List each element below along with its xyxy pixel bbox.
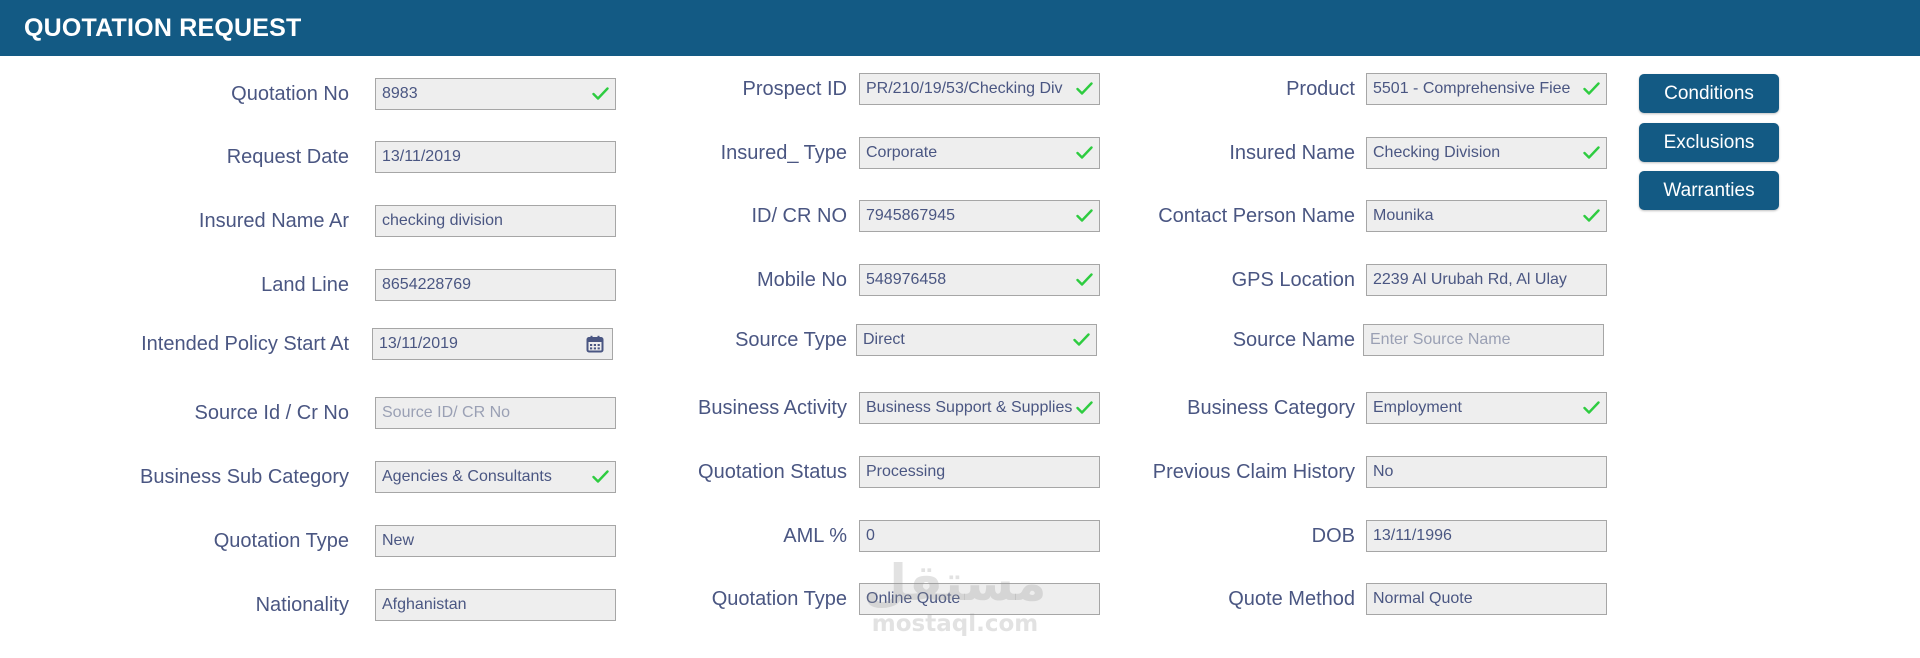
check-icon	[1583, 146, 1600, 159]
page-header: QUOTATION REQUEST	[0, 0, 1920, 56]
label-dob: DOB	[1311, 525, 1355, 547]
label-previous-claim-history: Previous Claim History	[1152, 461, 1355, 483]
quote-method-input[interactable]: Normal Quote	[1366, 583, 1607, 615]
dob-input[interactable]: 13/11/1996	[1366, 520, 1607, 552]
product-input[interactable]: 5501 - Comprehensive Fiee	[1366, 73, 1607, 105]
previous-claim-history-value: No	[1373, 463, 1394, 480]
field-previous-claim-history: Previous Claim History No	[0, 456, 1920, 490]
check-icon	[1583, 209, 1600, 222]
label-source-name: Source Name	[1232, 329, 1355, 351]
page-title: QUOTATION REQUEST	[24, 14, 302, 42]
label-insured-name: Insured Name	[1229, 142, 1355, 164]
label-product: Product	[1286, 78, 1355, 100]
label-quote-method: Quote Method	[1228, 588, 1355, 610]
business-category-input[interactable]: Employment	[1366, 392, 1607, 424]
insured-name-value: Checking Division	[1373, 144, 1501, 161]
field-contact-person-name: Contact Person Name Mounika	[0, 200, 1920, 234]
field-product: Product 5501 - Comprehensive Fiee	[0, 73, 1920, 107]
contact-person-name-input[interactable]: Mounika	[1366, 200, 1607, 232]
field-source-name: Source Name Enter Source Name	[0, 324, 1920, 358]
product-value: 5501 - Comprehensive Fiee	[1373, 80, 1571, 97]
dob-value: 13/11/1996	[1373, 527, 1452, 544]
source-name-value: Enter Source Name	[1370, 331, 1511, 348]
exclusions-button[interactable]: Exclusions	[1639, 123, 1779, 162]
quote-method-value: Normal Quote	[1373, 590, 1473, 607]
field-insured-name: Insured Name Checking Division	[0, 137, 1920, 171]
label-gps-location: GPS Location	[1231, 269, 1355, 291]
check-icon	[1583, 401, 1600, 414]
source-name-input[interactable]: Enter Source Name	[1363, 324, 1604, 356]
label-contact-person-name: Contact Person Name	[1158, 205, 1355, 227]
insured-name-input[interactable]: Checking Division	[1366, 137, 1607, 169]
field-dob: DOB 13/11/1996	[0, 520, 1920, 554]
label-business-category: Business Category	[1187, 397, 1355, 419]
conditions-button[interactable]: Conditions	[1639, 74, 1779, 113]
gps-location-input[interactable]: 2239 Al Urubah Rd, Al Ulay	[1366, 264, 1607, 296]
previous-claim-history-input[interactable]: No	[1366, 456, 1607, 488]
contact-person-name-value: Mounika	[1373, 207, 1434, 224]
check-icon	[1583, 82, 1600, 95]
field-business-category: Business Category Employment	[0, 392, 1920, 426]
gps-location-value: 2239 Al Urubah Rd, Al Ulay	[1373, 271, 1567, 288]
warranties-button[interactable]: Warranties	[1639, 171, 1779, 210]
business-category-value: Employment	[1373, 399, 1462, 416]
field-quote-method: Quote Method Normal Quote	[0, 583, 1920, 617]
field-gps-location: GPS Location 2239 Al Urubah Rd, Al Ulay	[0, 264, 1920, 298]
